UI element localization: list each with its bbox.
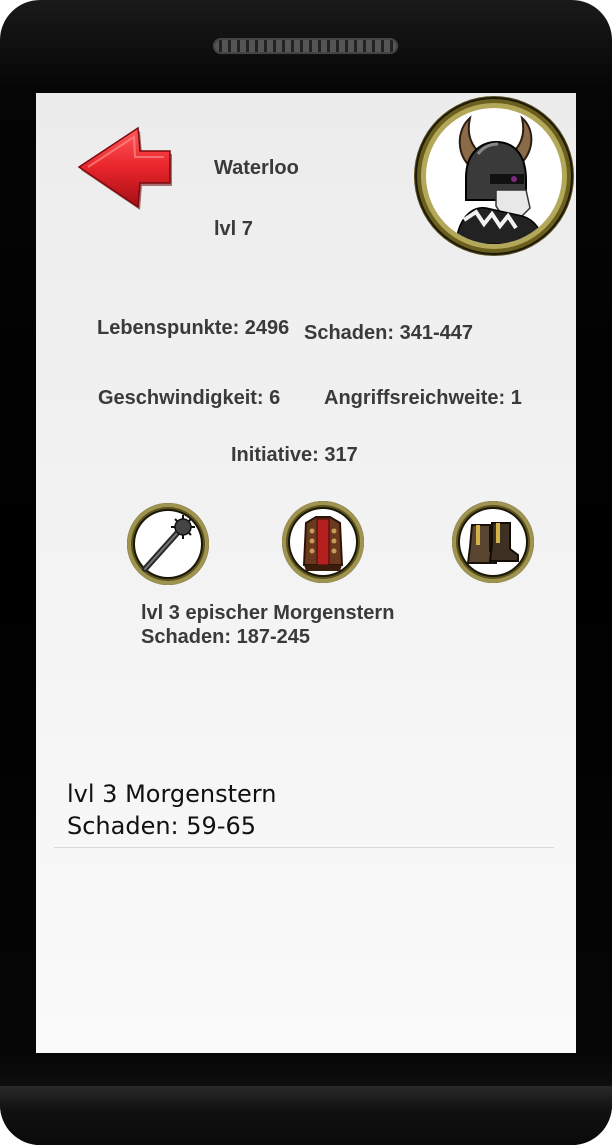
armor-slot[interactable] xyxy=(282,501,364,583)
stat-attack-range: Angriffsreichweite: 1 xyxy=(324,387,522,409)
inventory-item-name: lvl 3 Morgenstern xyxy=(67,780,277,808)
stat-health: Lebenspunkte: 2496 xyxy=(97,317,290,339)
inventory-item-row[interactable]: lvl 3 Morgenstern Schaden: 59-65 xyxy=(54,778,554,848)
speaker-grille xyxy=(213,38,398,54)
selected-item-name: lvl 3 epischer Morgenstern xyxy=(141,602,395,624)
hero-level: lvl 7 xyxy=(214,218,253,240)
back-arrow-icon xyxy=(77,126,172,210)
boots-slot[interactable] xyxy=(452,501,534,583)
selected-item-damage: Schaden: 187-245 xyxy=(141,626,310,648)
inventory-item-damage: Schaden: 59-65 xyxy=(67,812,257,840)
phone-frame: Waterloo lvl 7 Lebenspunkte: 2496 Schade… xyxy=(0,0,612,1145)
stat-initiative: Initiative: 317 xyxy=(231,444,358,466)
weapon-slot[interactable] xyxy=(127,503,209,585)
stat-damage: Schaden: 341-447 xyxy=(304,322,473,344)
selected-item-info: lvl 3 epischer Morgenstern Schaden: 187-… xyxy=(141,601,394,649)
viking-warrior-icon xyxy=(455,115,545,244)
stat-speed: Geschwindigkeit: 6 xyxy=(98,387,281,409)
app-screen: Waterloo lvl 7 Lebenspunkte: 2496 Schade… xyxy=(36,93,576,1053)
chest-armor-icon xyxy=(302,516,344,571)
back-button[interactable] xyxy=(74,123,174,213)
phone-bottom-bezel xyxy=(0,1086,612,1145)
hero-name: Waterloo xyxy=(214,157,299,179)
morning-star-icon xyxy=(142,515,195,572)
hero-avatar[interactable] xyxy=(414,96,574,256)
boots-icon xyxy=(466,522,519,564)
